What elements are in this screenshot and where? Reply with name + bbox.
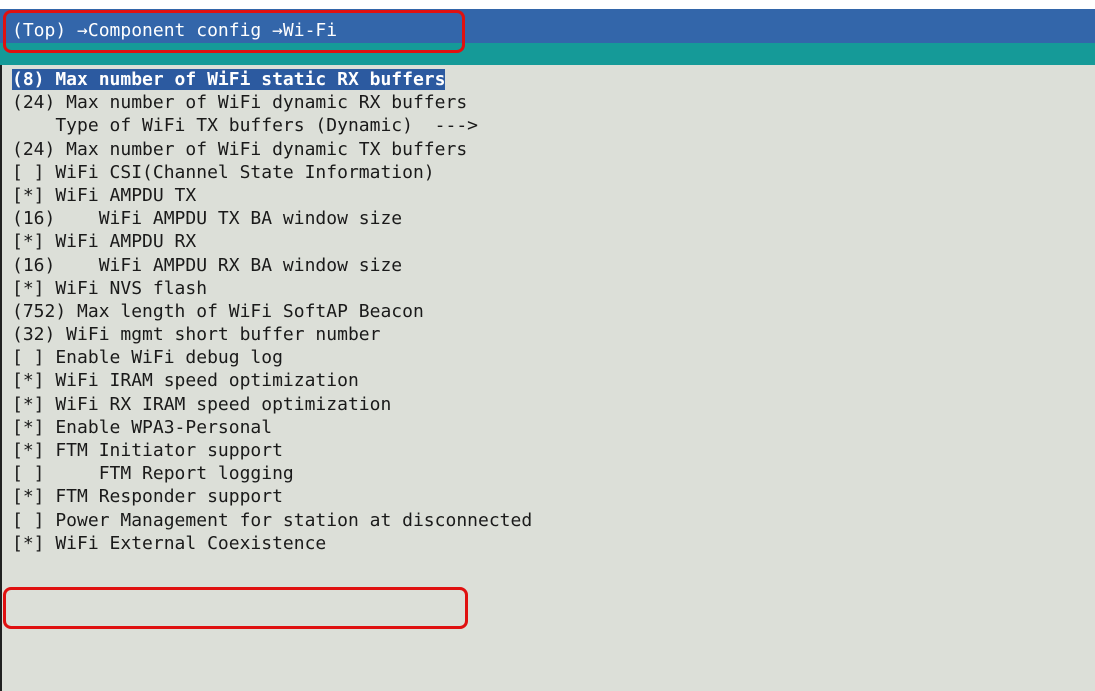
menu-item-label: [*] WiFi External Coexistence [12, 532, 327, 554]
menu-item-wpa3-personal[interactable]: [*] Enable WPA3-Personal [12, 416, 532, 439]
menu-item-label: [*] WiFi AMPDU RX [12, 231, 197, 253]
menu-item-label: [*] WiFi RX IRAM speed optimization [12, 393, 392, 415]
menu-item-tx-buffer-type[interactable]: Type of WiFi TX buffers (Dynamic) ---> [12, 114, 532, 137]
menu-item-label: [*] WiFi IRAM speed optimization [12, 370, 359, 392]
menu-item-label: (24) Max number of WiFi dynamic RX buffe… [12, 92, 468, 114]
menu-item-iram-speed[interactable]: [*] WiFi IRAM speed optimization [12, 369, 532, 392]
menu-item-ampdu-rx-ba-window[interactable]: (16) WiFi AMPDU RX BA window size [12, 254, 532, 277]
menu-item-ftm-responder[interactable]: [*] FTM Responder support [12, 485, 532, 508]
menu-item-dynamic-tx-buffers[interactable]: (24) Max number of WiFi dynamic TX buffe… [12, 138, 532, 161]
menu-item-label: (16) WiFi AMPDU RX BA window size [12, 254, 403, 276]
menu-item-label: [*] FTM Initiator support [12, 440, 283, 461]
top-strip [0, 0, 1095, 9]
breadcrumb-highlight [3, 10, 465, 53]
menu-item-rx-iram-speed[interactable]: [*] WiFi RX IRAM speed optimization [12, 393, 532, 416]
menu-item-ampdu-tx-ba-window[interactable]: (16) WiFi AMPDU TX BA window size [12, 207, 532, 230]
menu-item-softap-beacon-length[interactable]: (752) Max length of WiFi SoftAP Beacon [12, 300, 532, 323]
menu-item-label: [*] FTM Responder support [12, 486, 283, 508]
menu-item-ampdu-tx[interactable]: [*] WiFi AMPDU TX [12, 184, 532, 207]
menu-item-mgmt-short-buffer[interactable]: (32) WiFi mgmt short buffer number [12, 323, 532, 346]
menu-item-power-management[interactable]: [ ] Power Management for station at disc… [12, 509, 532, 532]
menu-item-ftm-initiator[interactable]: [*] FTM Initiator support [12, 439, 532, 462]
menu-item-label: [ ] FTM Report logging [12, 463, 294, 485]
menu-item-label: Type of WiFi TX buffers (Dynamic) ---> [12, 115, 478, 137]
menu-item-label: (8) Max number of WiFi static RX buffers [12, 69, 446, 90]
menu-item-ftm-report-logging[interactable]: [ ] FTM Report logging [12, 462, 532, 485]
menu-item-ampdu-rx[interactable]: [*] WiFi AMPDU RX [12, 230, 532, 253]
menu-item-label: [ ] WiFi CSI(Channel State Information) [12, 161, 435, 183]
menu-list: (8) Max number of WiFi static RX buffers… [12, 68, 532, 555]
menu-item-label: [*] Enable WPA3-Personal [12, 416, 273, 438]
menu-item-label: [ ] Power Management for station at disc… [12, 509, 533, 531]
menuconfig-screen: (Top) →Component config →Wi-Fi (8) Max n… [0, 0, 1095, 691]
menu-item-label: [*] WiFi AMPDU TX [12, 184, 197, 206]
coexistence-highlight [3, 587, 468, 629]
menu-item-label: [*] WiFi NVS flash [12, 277, 208, 299]
menu-item-label: [ ] Enable WiFi debug log [12, 347, 283, 369]
menu-item-label: (24) Max number of WiFi dynamic TX buffe… [12, 138, 468, 160]
menu-item-nvs-flash[interactable]: [*] WiFi NVS flash [12, 277, 532, 300]
menu-item-label: (16) WiFi AMPDU TX BA window size [12, 208, 403, 230]
menu-item-wifi-csi[interactable]: [ ] WiFi CSI(Channel State Information) [12, 161, 532, 184]
menu-item-external-coexistence[interactable]: [*] WiFi External Coexistence [12, 532, 532, 555]
menu-item-label: (752) Max length of WiFi SoftAP Beacon [12, 300, 424, 322]
menu-item-label: (32) WiFi mgmt short buffer number [12, 324, 381, 346]
menu-item-dynamic-rx-buffers[interactable]: (24) Max number of WiFi dynamic RX buffe… [12, 91, 532, 114]
menu-item-debug-log[interactable]: [ ] Enable WiFi debug log [12, 346, 532, 369]
menu-item-static-rx-buffers[interactable]: (8) Max number of WiFi static RX buffers [12, 68, 532, 91]
